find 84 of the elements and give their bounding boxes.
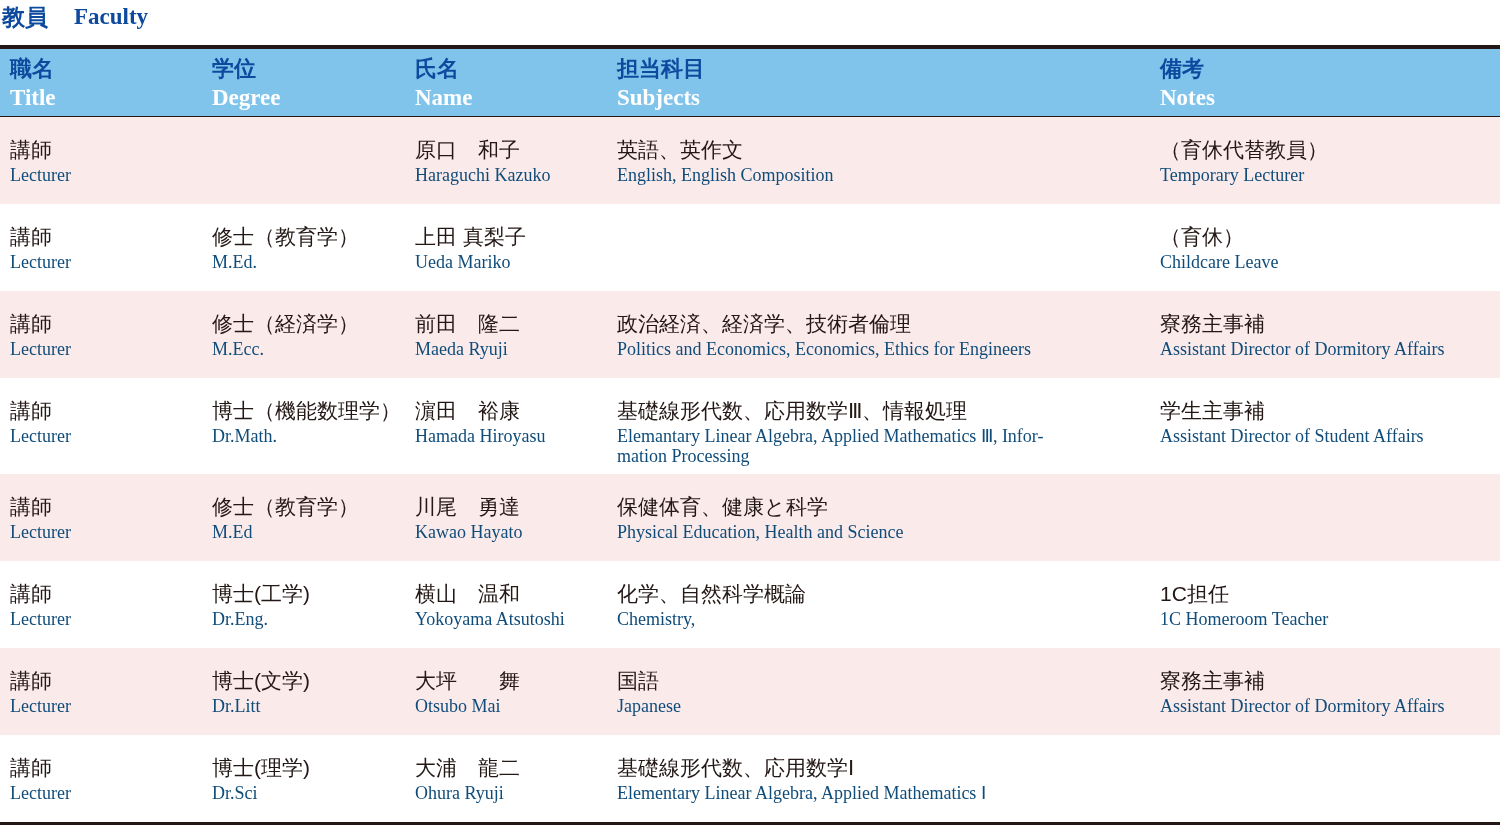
cell-translation: Ohura Ryuji (415, 783, 505, 803)
cell-text: 政治経済、経済学、技術者倫理 (617, 311, 912, 337)
cell-text: 講師 (10, 224, 53, 250)
column-heading: 学位 (212, 55, 257, 83)
cell-text: 濵田 裕康 (415, 398, 521, 424)
cell-translation: 1C Homeroom Teacher (1160, 609, 1330, 629)
cell-translation: Lecturer (10, 783, 72, 803)
cell-text: 化学、自然科学概論 (617, 581, 807, 607)
cell-translation: Childcare Leave (1160, 252, 1280, 272)
cell-translation: M.Ed. (212, 252, 258, 272)
cell-translation: English, English Composition (617, 165, 835, 185)
cell-translation: Lecturer (10, 252, 72, 272)
column-heading-translation: Subjects (617, 84, 702, 112)
cell-text: 基礎線形代数、応用数学Ⅰ (617, 755, 855, 781)
column-heading-translation: Name (415, 84, 474, 112)
cell-text: 前田 隆二 (415, 311, 521, 337)
column-heading: 氏名 (415, 55, 460, 83)
page-heading-translation: Faculty (74, 3, 149, 31)
cell-translation: Assistant Director of Student Affairs (1160, 426, 1425, 446)
cell-translation: Temporary Lecturer (1160, 165, 1306, 185)
cell-text: 寮務主事補 (1160, 668, 1266, 694)
cell-translation: Lecturer (10, 165, 72, 185)
cell-text: 修士（教育学） (212, 224, 360, 250)
cell-text: 講師 (10, 311, 53, 337)
cell-text: 基礎線形代数、応用数学Ⅲ、情報処理 (617, 398, 968, 424)
cell-translation: Chemistry, (617, 609, 697, 629)
cell-text: 英語、英作文 (617, 137, 744, 163)
cell-text: 博士(理学) (212, 755, 311, 781)
cell-text: 修士（経済学） (212, 311, 360, 337)
cell-text: 修士（教育学） (212, 494, 360, 520)
cell-translation: Dr.Sci (212, 783, 259, 803)
cell-text: 講師 (10, 755, 53, 781)
cell-translation: Haraguchi Kazuko (415, 165, 552, 185)
cell-translation: Lecturer (10, 339, 72, 359)
cell-text: 講師 (10, 668, 53, 694)
cell-text: 川尾 勇達 (415, 494, 521, 520)
cell-text: 原口 和子 (415, 137, 521, 163)
cell-translation: Kawao Hayato (415, 522, 524, 542)
cell-text: 大坪 舞 (415, 668, 521, 694)
cell-translation: Ueda Mariko (415, 252, 512, 272)
cell-translation: Maeda Ryuji (415, 339, 509, 359)
cell-translation: Politics and Economics, Economics, Ethics for Engineers (617, 339, 1032, 359)
cell-text: 講師 (10, 581, 53, 607)
cell-text: （育休代替教員） (1160, 137, 1329, 163)
cell-text: 国語 (617, 668, 660, 694)
cell-text: 大浦 龍二 (415, 755, 521, 781)
cell-translation: Japanese (617, 696, 682, 716)
column-heading-translation: Degree (212, 84, 282, 112)
cell-translation: Dr.Math. (212, 426, 278, 446)
cell-text: 学生主事補 (1160, 398, 1266, 424)
column-heading: 備考 (1160, 55, 1205, 83)
cell-text: 講師 (10, 494, 53, 520)
cell-translation: Dr.Eng. (212, 609, 269, 629)
cell-translation: Yokoyama Atsutoshi (415, 609, 566, 629)
page-heading: 教員 (2, 3, 48, 32)
cell-text: 講師 (10, 398, 53, 424)
cell-translation: Lecturer (10, 609, 72, 629)
cell-translation: Lecturer (10, 426, 72, 446)
column-heading-translation: Notes (1160, 84, 1216, 112)
cell-translation: Physical Education, Health and Science (617, 522, 905, 542)
cell-translation: M.Ecc. (212, 339, 265, 359)
column-heading: 担当科目 (617, 55, 706, 83)
cell-translation: M.Ed (212, 522, 254, 542)
cell-translation: Assistant Director of Dormitory Affairs (1160, 696, 1446, 716)
cell-translation: Elemantary Linear Algebra, Applied Mathematics Ⅲ, Infor- mation Processing (617, 426, 1045, 466)
cell-text: 1C担任 (1160, 581, 1230, 607)
cell-text: 講師 (10, 137, 53, 163)
cell-text: 横山 温和 (415, 581, 521, 607)
column-heading: 職名 (10, 55, 55, 83)
cell-translation: Elementary Linear Algebra, Applied Mathematics Ⅰ (617, 783, 987, 803)
cell-translation: Lecturer (10, 522, 72, 542)
cell-translation: Hamada Hiroyasu (415, 426, 547, 446)
cell-text: 寮務主事補 (1160, 311, 1266, 337)
cell-text: 保健体育、健康と科学 (617, 494, 829, 520)
cell-text: 博士(工学) (212, 581, 311, 607)
cell-text: 博士（機能数理学） (212, 398, 401, 424)
cell-text: 上田 真梨子 (415, 224, 527, 250)
cell-translation: Assistant Director of Dormitory Affairs (1160, 339, 1446, 359)
cell-text: 博士(文学) (212, 668, 311, 694)
cell-text: （育休） (1160, 224, 1245, 250)
cell-translation: Lecturer (10, 696, 72, 716)
cell-translation: Dr.Litt (212, 696, 262, 716)
column-heading-translation: Title (10, 84, 57, 112)
cell-translation: Otsubo Mai (415, 696, 502, 716)
